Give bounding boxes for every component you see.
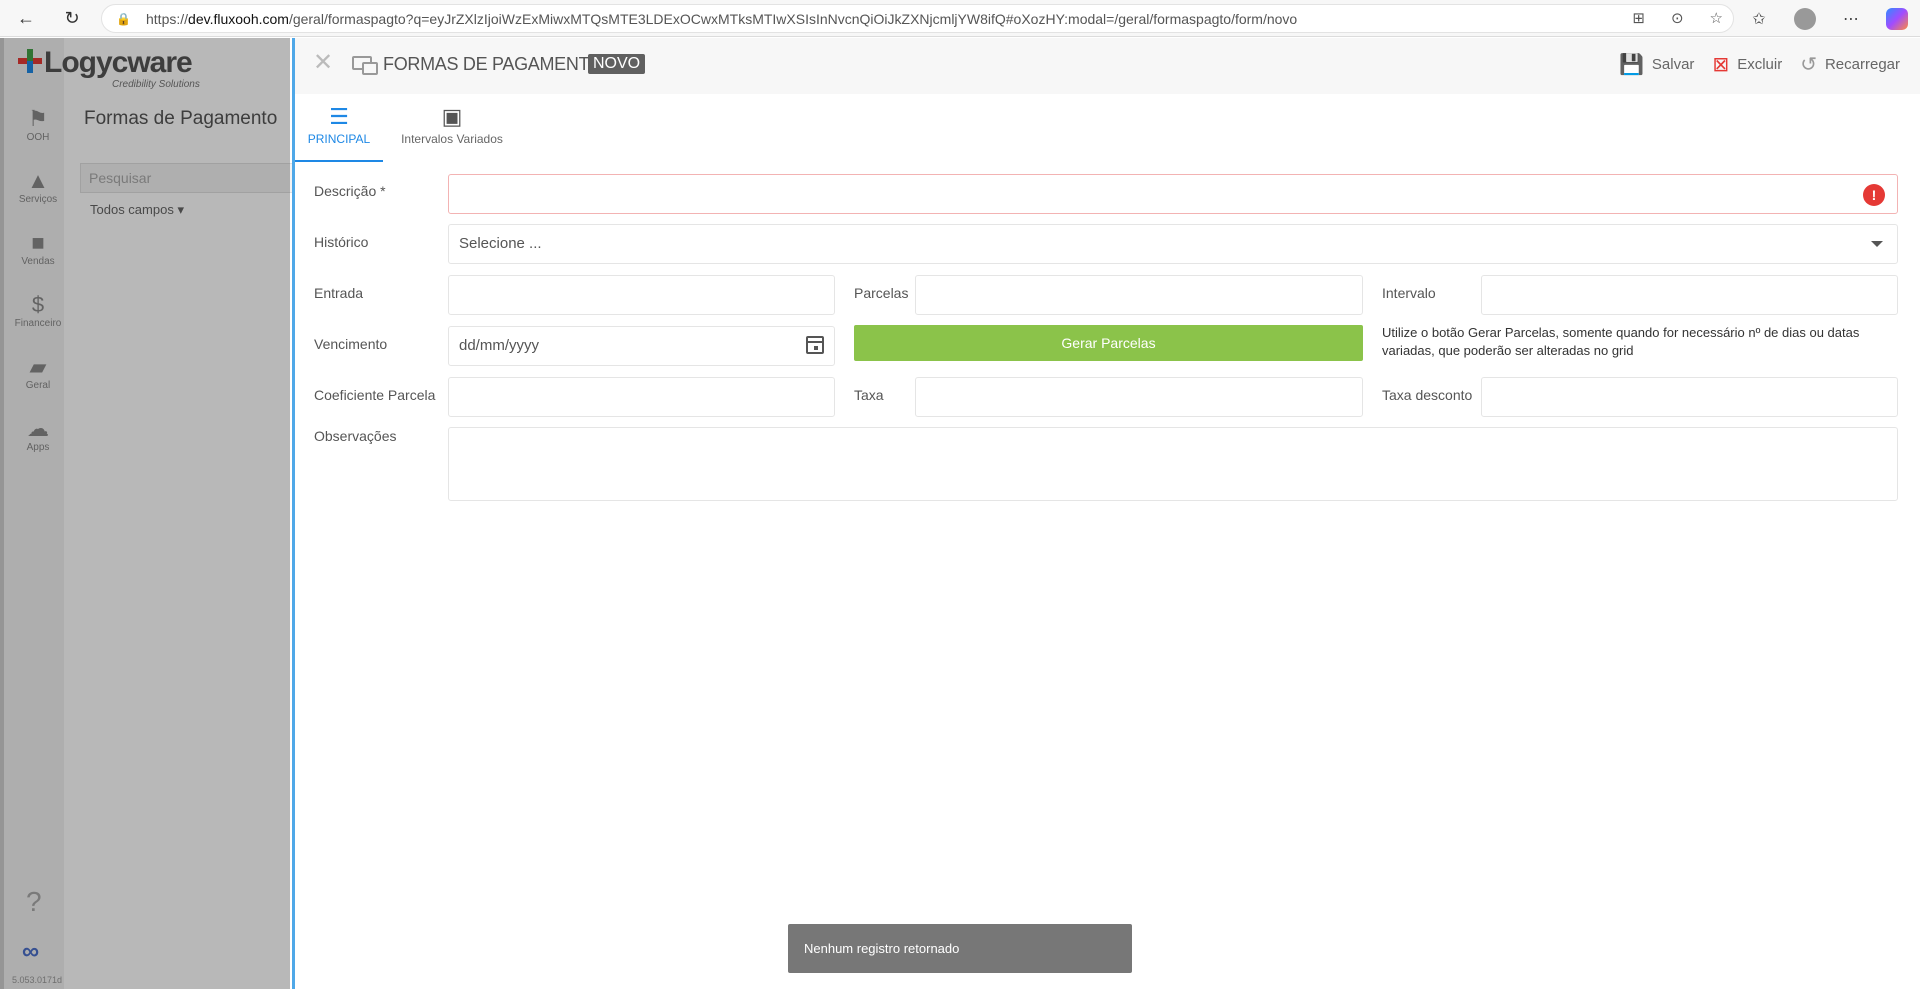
entrada-input[interactable]	[448, 275, 835, 315]
taxa-desconto-input[interactable]	[1481, 377, 1898, 417]
gerar-parcelas-hint: Utilize o botão Gerar Parcelas, somente …	[1382, 325, 1860, 358]
profile-avatar[interactable]	[1782, 0, 1828, 37]
box-icon: ▣	[441, 104, 463, 129]
tab-bar: ☰ PRINCIPAL ▣ Intervalos Variados	[295, 100, 521, 162]
coeficiente-input[interactable]	[448, 377, 835, 417]
browser-toolbar: ← ↻ 🔒 https://dev.fluxooh.com/geral/form…	[0, 0, 1920, 37]
observacoes-label: Observações	[314, 428, 397, 444]
status-badge: NOVO	[588, 54, 646, 74]
more-menu-icon[interactable]: ⋯	[1828, 0, 1874, 37]
taxa-input[interactable]	[915, 377, 1363, 417]
toast-message: Nenhum registro retornado	[788, 924, 1132, 973]
back-icon[interactable]: ←	[8, 3, 44, 33]
site-info-icon[interactable]: 🔒	[116, 12, 136, 26]
app-available-icon[interactable]: ⊞	[1632, 9, 1645, 27]
list-icon: ☰	[329, 104, 349, 129]
delete-icon: ⊠	[1712, 54, 1730, 76]
historico-select[interactable]: Selecione ...	[448, 224, 1898, 264]
tab-intervalos-variados[interactable]: ▣ Intervalos Variados	[383, 100, 521, 162]
url-text: https://dev.fluxooh.com/geral/formaspagt…	[146, 10, 1298, 27]
modal-header: ✕ FORMAS DE PAGAMENTO NOVO 💾 Salvar ⊠ Ex…	[295, 38, 1920, 94]
coeficiente-label: Coeficiente Parcela	[314, 387, 436, 403]
historico-label: Histórico	[314, 234, 369, 250]
save-icon: 💾	[1618, 54, 1644, 76]
payment-cards-icon	[352, 56, 378, 75]
descricao-input[interactable]: !	[448, 174, 1898, 214]
intervalo-input[interactable]	[1481, 275, 1898, 315]
reload-icon: ↺	[1800, 54, 1817, 76]
close-icon[interactable]: ✕	[313, 48, 333, 77]
tab-principal[interactable]: ☰ PRINCIPAL	[295, 100, 383, 162]
reload-icon[interactable]: ↻	[54, 3, 90, 33]
form-modal: ✕ FORMAS DE PAGAMENTO NOVO 💾 Salvar ⊠ Ex…	[292, 38, 1920, 989]
taxa-label: Taxa	[854, 387, 884, 403]
favorites-icon[interactable]: ✩	[1736, 0, 1782, 37]
vencimento-label: Vencimento	[314, 336, 388, 352]
intervalo-label: Intervalo	[1382, 285, 1436, 301]
reload-button[interactable]: ↺ Recarregar	[1800, 52, 1900, 77]
modal-backdrop[interactable]	[0, 38, 290, 989]
error-icon: !	[1863, 184, 1885, 206]
parcelas-label: Parcelas	[854, 285, 909, 301]
gerar-parcelas-button[interactable]: Gerar Parcelas	[854, 325, 1363, 361]
page-options-icon[interactable]: ⊙	[1671, 9, 1684, 27]
entrada-label: Entrada	[314, 285, 364, 301]
save-button[interactable]: 💾 Salvar	[1619, 52, 1694, 77]
calendar-icon[interactable]	[806, 336, 824, 354]
favorite-star-icon[interactable]: ☆	[1710, 9, 1723, 27]
vencimento-date-input[interactable]: dd/mm/yyyy	[448, 326, 835, 366]
delete-button[interactable]: ⊠ Excluir	[1712, 52, 1782, 77]
taxa-desconto-label: Taxa desconto	[1382, 387, 1473, 403]
modal-title: FORMAS DE PAGAMENTO	[383, 54, 603, 74]
address-bar[interactable]: 🔒 https://dev.fluxooh.com/geral/formaspa…	[101, 4, 1734, 33]
parcelas-input[interactable]	[915, 275, 1363, 315]
copilot-icon[interactable]	[1874, 0, 1920, 37]
observacoes-textarea[interactable]	[448, 427, 1898, 501]
descricao-label: Descrição *	[314, 183, 386, 199]
chevron-down-icon	[1871, 241, 1883, 247]
